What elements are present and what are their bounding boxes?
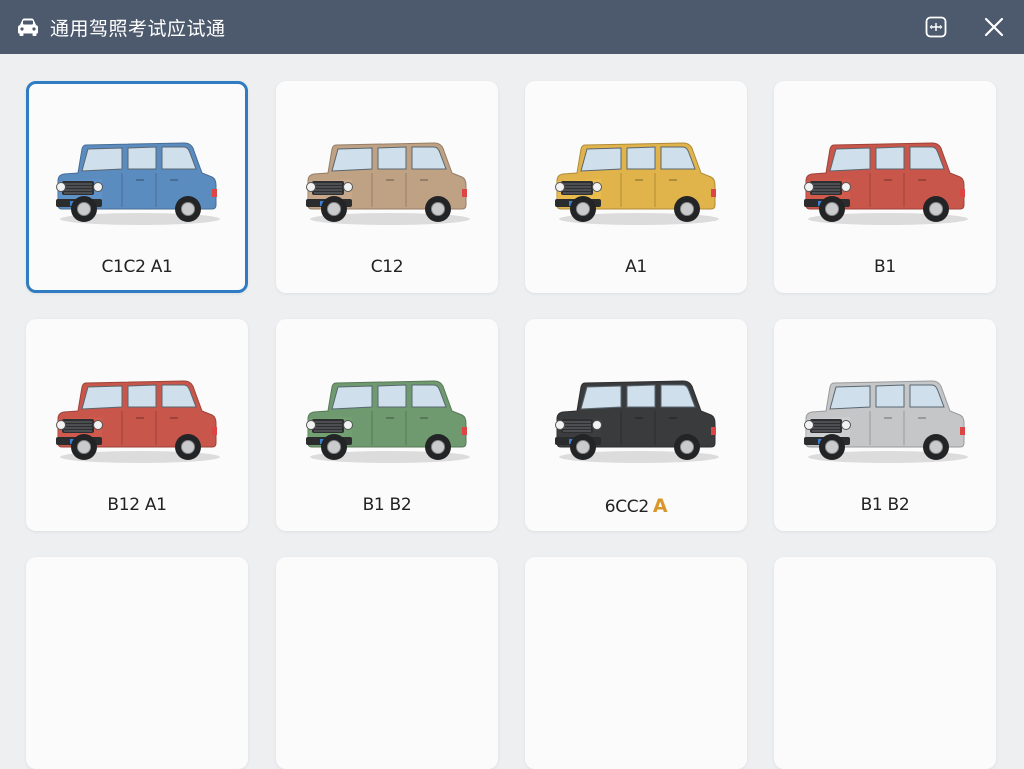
license-card[interactable]: B1 B2 bbox=[276, 319, 498, 531]
close-button[interactable] bbox=[980, 13, 1008, 41]
license-grid: C1C2 A1 C12 A1 B1 B12 A1 B1 B2 6CC2 A B1… bbox=[0, 54, 1024, 769]
expand-button[interactable] bbox=[922, 13, 950, 41]
car-image bbox=[306, 142, 470, 225]
license-card[interactable] bbox=[26, 557, 248, 769]
window-title: 通用驾照考试应试通 bbox=[50, 17, 226, 40]
license-card[interactable] bbox=[525, 557, 747, 769]
license-label: C1C2 A1 bbox=[101, 257, 173, 277]
expand-icon bbox=[925, 16, 947, 38]
license-card[interactable] bbox=[276, 557, 498, 769]
car-icon bbox=[16, 15, 40, 39]
license-label-text: 6CC2 bbox=[604, 497, 649, 517]
close-icon bbox=[984, 17, 1004, 37]
car-image bbox=[56, 142, 220, 225]
title-bar: 通用驾照考试应试通 bbox=[0, 0, 1024, 54]
license-label: B1 B2 bbox=[362, 495, 412, 515]
license-card[interactable]: B1 bbox=[774, 81, 996, 293]
license-label: C12 bbox=[370, 257, 404, 277]
license-label: A1 bbox=[625, 257, 647, 277]
car-image bbox=[555, 142, 719, 225]
car-image bbox=[56, 380, 220, 463]
license-card[interactable]: B12 A1 bbox=[26, 319, 248, 531]
license-card[interactable]: 6CC2 A bbox=[525, 319, 747, 531]
car-image bbox=[804, 142, 968, 225]
car-image bbox=[306, 380, 470, 463]
license-card[interactable]: A1 bbox=[525, 81, 747, 293]
license-card[interactable]: C12 bbox=[276, 81, 498, 293]
license-card[interactable] bbox=[774, 557, 996, 769]
license-label: B12 A1 bbox=[107, 495, 167, 515]
license-card[interactable]: C1C2 A1 bbox=[26, 81, 248, 293]
license-label: B1 bbox=[874, 257, 896, 277]
license-label: B1 B2 bbox=[860, 495, 910, 515]
car-image bbox=[804, 380, 968, 463]
license-card[interactable]: B1 B2 bbox=[774, 319, 996, 531]
car-image bbox=[555, 380, 719, 463]
license-label: 6CC2 A bbox=[525, 495, 747, 517]
license-badge: A bbox=[652, 495, 668, 517]
